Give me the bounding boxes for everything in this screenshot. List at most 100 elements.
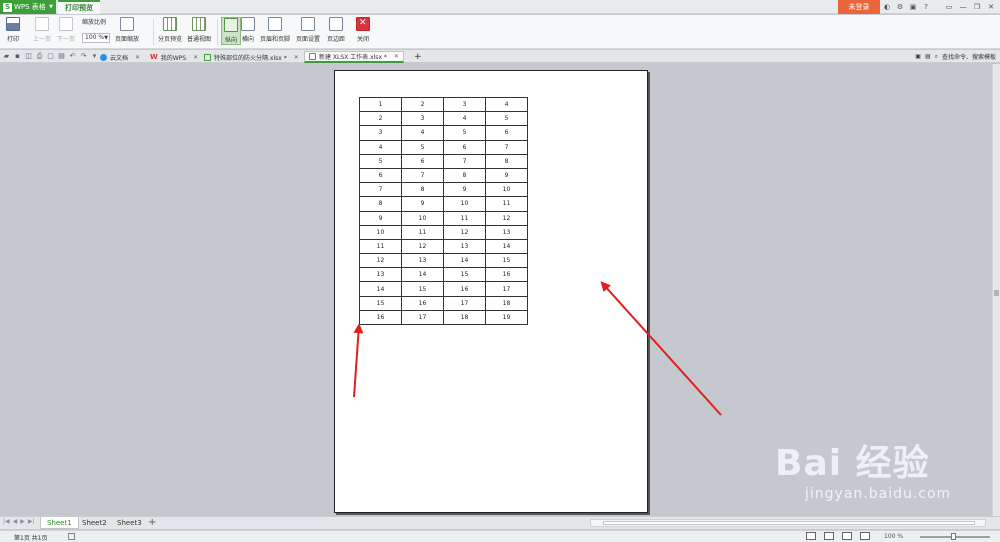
sheet-tab-3[interactable]: Sheet3 [111,517,148,529]
table-cell: 10 [485,182,528,198]
print-page: 1 2 3 4 2 3 4 5 3 4 5 6 4 5 6 7 5 6 7 8 6 7 8 9 7 8 9 10 8 9 10 11 9 10 11… [334,70,648,513]
table-cell: 17 [485,281,528,297]
header-footer-button[interactable]: 页眉和页脚 [260,17,290,43]
undo-icon[interactable]: ↶ [68,51,77,61]
page-zoom-button[interactable]: 页面缩放 [115,17,139,43]
command-search[interactable]: ▣ ▤ ⌕ 查找命令、搜索模板 [915,51,996,62]
table-cell: 15 [359,295,402,311]
prev-page-button[interactable]: 上一页 [33,17,51,43]
vertical-scroll-thumb[interactable] [994,290,999,296]
close-preview-button[interactable]: 关闭 [356,17,370,43]
chevron-down-icon[interactable]: ▼ [102,33,110,43]
table-cell: 8 [485,153,528,169]
tab-my-wps[interactable]: W 我的WPS ✕ [146,51,202,63]
table-cell: 17 [401,309,444,326]
horizontal-scroll-thumb[interactable] [603,521,975,525]
new-tab-button[interactable]: + [410,51,426,63]
page-setup-button[interactable]: 页面设置 [296,17,320,43]
portrait-button[interactable]: 纵向 [221,17,241,45]
tab-my-wps-label: 我的WPS [160,54,187,62]
margins-button[interactable]: 页边距 [327,17,345,43]
vertical-scrollbar[interactable] [992,64,1000,516]
app-name: WPS 表格 [14,3,46,11]
save-icon[interactable]: ▪ [13,51,22,61]
spreadsheet-file-icon [204,53,211,61]
tab-file-new-xlsx[interactable]: 新建 XLSX 工作表.xlsx * ✕ [304,51,404,63]
close-tab-icon[interactable]: ✕ [135,54,140,61]
page-break-view-icon[interactable] [842,532,852,540]
skin-switch-icon[interactable]: ▤ [925,53,931,60]
table-cell: 10 [359,224,402,240]
table-cell: 11 [359,238,402,255]
page-break-preview-button[interactable]: 分页预览 [158,17,182,43]
next-page-button[interactable]: 下一页 [57,17,75,43]
sheet-tab-bar: |◀ ◀ ▶ ▶| Sheet1 Sheet2 Sheet3 + [0,516,1000,529]
print-button[interactable]: 打印 [6,17,20,43]
table-cell: 3 [401,111,444,127]
redo-icon[interactable]: ↷ [79,51,88,61]
prev-sheet-icon[interactable]: ◀ [13,518,18,525]
table-row: 15 16 17 18 [359,295,528,311]
print-icon[interactable]: ⎙ [35,51,44,61]
normal-view-icon [192,17,206,31]
table-cell: 10 [401,210,444,226]
message-icon[interactable]: ▣ [915,53,921,60]
table-cell: 18 [485,295,528,311]
add-sheet-button[interactable]: + [148,517,156,529]
table-row: 13 14 15 16 [359,267,528,283]
close-window-icon[interactable]: ✕ [984,3,998,11]
table-cell: 16 [401,295,444,311]
page-setup-icon [301,17,315,31]
sheet-tab-1[interactable]: Sheet1 [40,517,79,529]
printer-icon [6,17,20,31]
page-break-preview-icon [163,17,177,31]
table-cell: 8 [401,182,444,198]
print-preview-icon[interactable]: ▢ [46,51,55,61]
tab-print-preview[interactable]: 打印预览 [58,0,100,14]
restore-ribbon-icon[interactable]: ▭ [942,3,956,11]
zoom-ratio-label: 缩放比例 [82,19,107,26]
close-tab-icon[interactable]: ✕ [294,54,299,61]
table-cell: 10 [443,196,486,212]
last-sheet-icon[interactable]: ▶| [28,518,35,525]
skin-icon[interactable]: ◐ [882,3,892,11]
reading-mode-icon[interactable] [860,532,870,540]
print-label: 打印 [6,36,19,43]
normal-view-icon[interactable] [806,532,816,540]
next-sheet-icon[interactable]: ▶ [20,518,25,525]
wps-spreadsheet-logo-icon: S [3,2,12,12]
open-folder-icon[interactable]: ▰ [2,51,11,61]
sheet-tab-2[interactable]: Sheet2 [76,517,113,529]
table-cell: 9 [485,167,528,184]
close-tab-icon[interactable]: ✕ [394,53,399,60]
margins-icon [329,17,343,31]
table-cell: 8 [443,167,486,184]
table-cell: 7 [443,153,486,169]
tab-cloud-docs[interactable]: 云文档 ✕ [96,51,144,63]
page-layout-view-icon[interactable] [824,532,834,540]
zoom-slider-handle[interactable] [951,533,956,540]
table-row: 14 15 16 17 [359,281,528,297]
table-row: 3456 [359,125,528,141]
save-as-icon[interactable]: ◫ [24,51,33,61]
wps-app-menu-button[interactable]: S WPS 表格 ▼ [0,0,56,14]
login-button[interactable]: 未登录 [838,0,880,14]
next-page-icon [59,17,73,31]
normal-view-button[interactable]: 普通视图 [187,17,211,43]
table-cell: 17 [443,295,486,311]
export-pdf-icon[interactable]: ▤ [57,51,66,61]
first-sheet-icon[interactable]: |◀ [3,518,10,525]
landscape-button[interactable]: 横向 [241,17,255,43]
help-icon[interactable]: ? [921,3,931,11]
maximize-icon[interactable]: ❐ [970,3,984,11]
feedback-icon[interactable]: ▣ [908,3,918,11]
watermark-brand: Bai 经验 [775,443,930,484]
table-row: 5678 [359,153,528,169]
tab-file2-label: 新建 XLSX 工作表.xlsx * [319,54,387,61]
close-tab-icon[interactable]: ✕ [193,54,198,61]
minimize-icon[interactable]: — [956,3,970,11]
table-cell: 9 [401,196,444,212]
tab-file-fire-separation[interactable]: 特殊部位的防火分隔.xlsx * ✕ [200,51,303,63]
horizontal-scrollbar[interactable] [590,519,986,527]
settings-icon[interactable]: ⚙ [895,3,905,11]
